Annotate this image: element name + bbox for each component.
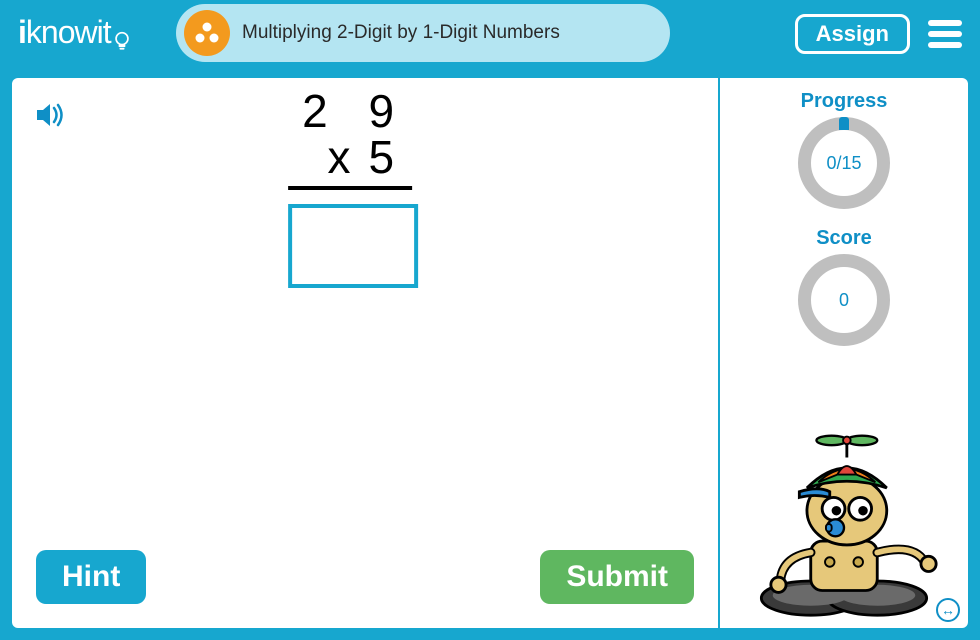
brand-logo[interactable]: iknowit	[18, 14, 131, 51]
multiplier: 5	[369, 130, 409, 184]
score-value: 0	[839, 290, 849, 311]
lesson-title-pill: Multiplying 2-Digit by 1-Digit Numbers	[176, 4, 670, 62]
speaker-icon[interactable]	[36, 102, 66, 133]
robot-mascot-icon	[739, 429, 949, 624]
lesson-title: Multiplying 2-Digit by 1-Digit Numbers	[242, 22, 560, 44]
level-badge-icon	[184, 10, 230, 56]
math-problem: 2 9 x 5	[288, 84, 412, 288]
work-area: 2 9 x 5 Hint Submit	[12, 78, 718, 628]
brand-i: i	[18, 14, 26, 51]
menu-icon[interactable]	[928, 20, 962, 48]
score-label: Score	[720, 227, 968, 250]
operator: x	[328, 130, 351, 184]
main-panel: 2 9 x 5 Hint Submit Progress 0/15 Score …	[12, 78, 968, 628]
progress-label: Progress	[720, 90, 968, 113]
sidebar: Progress 0/15 Score 0	[718, 78, 968, 628]
progress-value: 0/15	[826, 153, 861, 174]
app-root: iknowit Multiplying 2-Digit by 1-Digit N…	[0, 0, 980, 640]
multiplier-row: x 5	[288, 130, 412, 190]
header-bar: iknowit Multiplying 2-Digit by 1-Digit N…	[0, 0, 980, 68]
hint-button[interactable]: Hint	[36, 550, 146, 604]
lightbulb-icon	[113, 24, 131, 42]
answer-input[interactable]	[288, 204, 418, 288]
brand-text: knowit	[26, 14, 111, 51]
header-right: Assign	[795, 14, 962, 54]
assign-button[interactable]: Assign	[795, 14, 910, 54]
fullscreen-icon[interactable]: ↔	[936, 598, 960, 622]
progress-ring: 0/15	[798, 117, 890, 209]
score-ring: 0	[798, 254, 890, 346]
submit-button[interactable]: Submit	[540, 550, 694, 604]
